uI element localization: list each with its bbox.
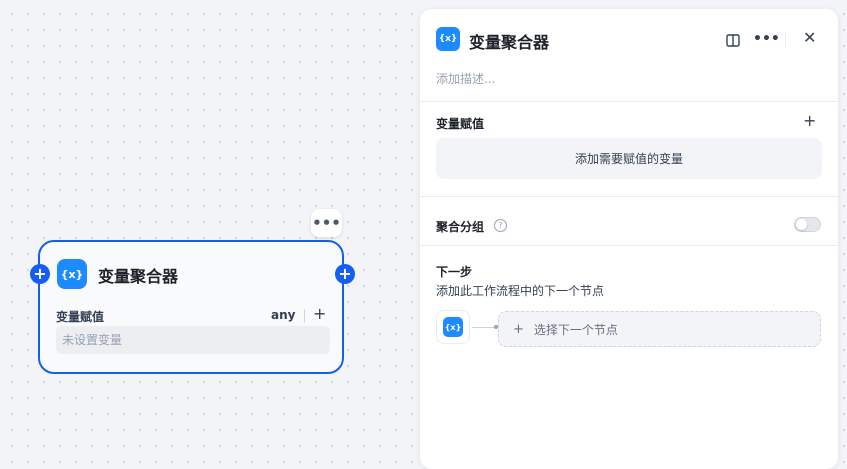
add-variable-icon[interactable]: + — [803, 111, 816, 130]
add-assign-variable-button[interactable]: 添加需要赋值的变量 — [436, 138, 822, 179]
variable-icon: {x} — [436, 27, 460, 51]
next-step-label: 下一步 — [436, 265, 473, 279]
node-settings-panel: {x} 变量聚合器 ••• ✕ 添加描述... 变量赋值 + 添加需要赋值的变量… — [420, 9, 838, 469]
plus-icon: + — [513, 321, 524, 337]
select-next-node-button[interactable]: + 选择下一个节点 — [498, 311, 821, 347]
node-type-label: any — [271, 308, 296, 322]
close-icon[interactable]: ✕ — [803, 28, 816, 47]
node-title: 变量聚合器 — [98, 267, 179, 286]
node-more-button[interactable]: ••• — [311, 209, 342, 237]
current-node-block: {x} — [436, 310, 470, 344]
header-divider — [785, 32, 786, 47]
divider — [420, 196, 838, 197]
node-add-variable-button[interactable]: + — [313, 304, 326, 323]
more-icon: ••• — [312, 214, 341, 232]
plus-icon: + — [338, 264, 352, 283]
more-icon[interactable]: ••• — [753, 31, 780, 47]
help-icon[interactable]: ? — [494, 219, 507, 232]
node-divider — [304, 309, 305, 323]
node-variable-label: 变量赋值 — [56, 310, 105, 324]
variable-icon: {x} — [443, 317, 463, 337]
group-section-label: 聚合分组 — [436, 220, 485, 234]
plus-icon: + — [33, 264, 47, 283]
divider — [420, 101, 838, 102]
divider — [420, 245, 838, 246]
select-next-node-label: 选择下一个节点 — [533, 322, 618, 337]
toggle-knob — [796, 219, 807, 230]
node-empty-variable: 未设置变量 — [56, 326, 330, 354]
node-left-add-handle[interactable]: + — [30, 264, 50, 284]
connector-line — [472, 327, 496, 328]
book-icon[interactable] — [726, 32, 740, 51]
panel-title: 变量聚合器 — [469, 33, 550, 52]
variable-icon: {x} — [57, 259, 87, 289]
group-toggle[interactable] — [794, 217, 821, 232]
assignment-section-label: 变量赋值 — [436, 117, 485, 131]
next-step-description: 添加此工作流程中的下一个节点 — [436, 284, 605, 298]
add-assign-variable-label: 添加需要赋值的变量 — [574, 152, 683, 166]
description-input[interactable]: 添加描述... — [436, 70, 495, 87]
node-right-add-handle[interactable]: + — [335, 264, 355, 284]
